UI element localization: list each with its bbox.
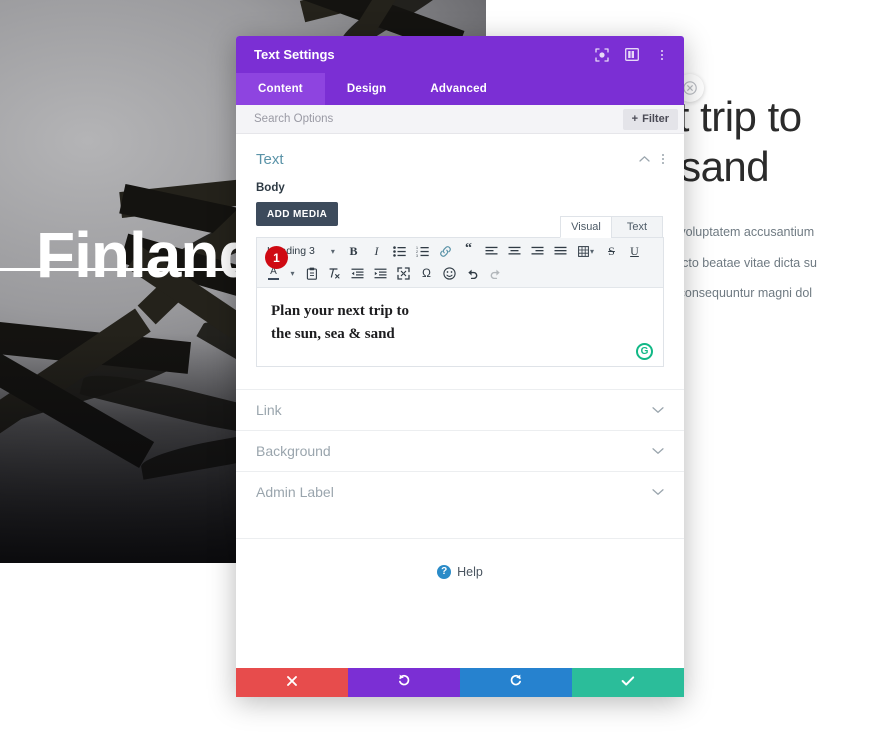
kebab-menu-icon[interactable]	[654, 47, 670, 63]
kebab-menu-icon[interactable]	[662, 154, 664, 164]
grammarly-icon[interactable]: G	[636, 343, 653, 360]
clear-formatting-icon[interactable]	[324, 264, 345, 283]
editor-content-line1: Plan your next trip to	[271, 303, 410, 319]
annotation-badge-1: 1	[265, 246, 288, 269]
editor-mode-tabs: Visual Text	[560, 216, 663, 238]
modal-tab-bar: Content Design Advanced	[236, 73, 684, 105]
accordion-admin-label[interactable]: Admin Label	[236, 471, 684, 512]
modal-body: Text Body ADD MEDIA Visual Text Heading …	[236, 134, 684, 668]
cancel-button[interactable]	[236, 668, 348, 697]
align-center-icon[interactable]	[504, 242, 525, 261]
editor-content-area[interactable]: Plan your next trip to the sun, sea & sa…	[257, 288, 663, 366]
modal-title: Text Settings	[254, 47, 335, 62]
fullscreen-icon[interactable]	[393, 264, 414, 283]
accordion-admin-label-text: Admin Label	[256, 484, 334, 500]
align-left-icon[interactable]	[481, 242, 502, 261]
help-row[interactable]: ? Help	[236, 538, 684, 579]
editor-toolbar-row-1: Heading 3 ▾ B I 123 “ ▾ S U	[263, 241, 657, 261]
text-section: Text Body ADD MEDIA Visual Text Heading …	[236, 134, 684, 367]
paste-as-text-icon[interactable]	[301, 264, 322, 283]
special-character-icon[interactable]: Ω	[416, 264, 437, 283]
filter-button[interactable]: + Filter	[622, 108, 678, 130]
link-icon[interactable]	[435, 242, 456, 261]
accordion-list: Link Background Admin Label	[236, 389, 684, 512]
search-options-bar: + Filter	[236, 105, 684, 134]
accordion-link[interactable]: Link	[236, 389, 684, 430]
accordion-background-label: Background	[256, 443, 331, 459]
chevron-down-icon	[652, 442, 664, 460]
redo-arrow-icon	[509, 673, 523, 692]
table-icon[interactable]: ▾	[573, 242, 599, 261]
tab-content[interactable]: Content	[236, 73, 325, 105]
numbered-list-icon[interactable]: 123	[412, 242, 433, 261]
help-circle-icon: ?	[437, 565, 452, 579]
checkmark-icon	[621, 674, 635, 692]
tab-design[interactable]: Design	[325, 73, 409, 105]
redo-icon[interactable]	[485, 264, 506, 283]
help-label: Help	[457, 565, 483, 579]
align-justify-icon[interactable]	[550, 242, 571, 261]
align-right-icon[interactable]	[527, 242, 548, 261]
underline-icon[interactable]: U	[624, 242, 645, 261]
blockquote-icon[interactable]: “	[458, 241, 479, 261]
modal-footer	[236, 668, 684, 697]
chevron-down-icon	[652, 401, 664, 419]
plus-icon: +	[631, 113, 639, 125]
outdent-icon[interactable]	[347, 264, 368, 283]
editor-toolbar-row-2: A ▾ Ω	[263, 263, 657, 283]
emoji-icon[interactable]	[439, 264, 460, 283]
text-settings-modal: Text Settings Content Design Advanced Se…	[236, 36, 684, 697]
italic-icon[interactable]: I	[366, 242, 387, 261]
close-x-icon	[286, 674, 298, 692]
text-section-header: Text	[256, 150, 664, 168]
editor-tab-visual[interactable]: Visual	[560, 216, 612, 238]
strikethrough-icon[interactable]: S	[601, 242, 622, 261]
text-section-title: Text	[256, 150, 284, 168]
responsive-preview-icon[interactable]	[594, 47, 610, 63]
undo-icon[interactable]	[462, 264, 483, 283]
filter-button-label: Filter	[642, 113, 669, 125]
wysiwyg-editor: Visual Text Heading 3 ▾ B I 1 2 3 “ ▾ S …	[256, 216, 664, 367]
indent-icon[interactable]	[370, 264, 391, 283]
tab-advanced[interactable]: Advanced	[408, 73, 509, 105]
hero-title: Finland	[36, 219, 258, 291]
svg-text:3: 3	[416, 254, 418, 257]
accordion-background[interactable]: Background	[236, 430, 684, 471]
hero-divider-rule	[0, 268, 262, 271]
redo-button[interactable]	[460, 668, 572, 697]
add-media-button[interactable]: ADD MEDIA	[256, 202, 339, 226]
undo-arrow-icon	[397, 673, 411, 692]
chevron-down-icon[interactable]: ▾	[286, 264, 299, 283]
modal-header-icons	[594, 47, 670, 63]
chevron-down-icon: ▾	[589, 246, 594, 256]
editor-content-line2: the sun, sea & sand	[271, 326, 395, 343]
chevron-up-icon[interactable]	[639, 150, 650, 168]
editor-tab-text[interactable]: Text	[611, 216, 663, 238]
editor-toolbar: Heading 3 ▾ B I 123 “ ▾ S U A ▾ Ω	[257, 238, 663, 288]
text-section-actions	[639, 150, 664, 168]
undo-button[interactable]	[348, 668, 460, 697]
chevron-down-icon	[652, 483, 664, 501]
modal-header: Text Settings	[236, 36, 684, 73]
body-field-label: Body	[256, 182, 285, 194]
chevron-down-icon: ▾	[330, 246, 335, 256]
bold-icon[interactable]: B	[343, 242, 364, 261]
accordion-link-label: Link	[256, 402, 282, 418]
layout-columns-icon[interactable]	[624, 47, 640, 63]
save-button[interactable]	[572, 668, 684, 697]
bullet-list-icon[interactable]	[389, 242, 410, 261]
search-input[interactable]	[254, 113, 623, 125]
